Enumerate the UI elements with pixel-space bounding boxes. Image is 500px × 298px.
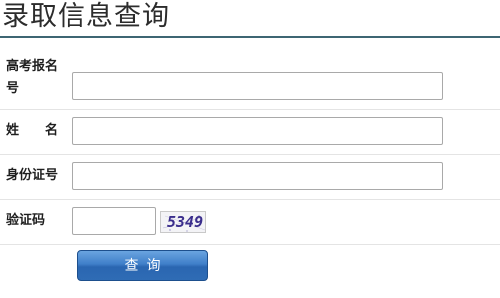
name-label: 姓 名 [6, 123, 59, 138]
captcha-input[interactable] [72, 207, 156, 235]
name-input[interactable] [72, 117, 443, 145]
query-button[interactable]: 查询 [77, 250, 208, 281]
id-number-label: 身份证号 [6, 168, 59, 183]
title-divider [0, 36, 500, 38]
name-row: 姓 名 [0, 110, 500, 155]
exam-number-input[interactable] [72, 72, 443, 100]
page-title: 录取信息查询 [2, 1, 170, 32]
captcha-image[interactable]: 5349 [160, 211, 206, 233]
exam-number-row: 高考报名号 [0, 50, 500, 110]
id-number-row: 身份证号 [0, 155, 500, 200]
captcha-label: 验证码 [6, 213, 46, 228]
id-number-input[interactable] [72, 162, 443, 190]
exam-number-label: 高考报名号 [6, 59, 59, 96]
captcha-code: 5349 [167, 213, 204, 231]
captcha-row: 验证码 [0, 200, 500, 245]
